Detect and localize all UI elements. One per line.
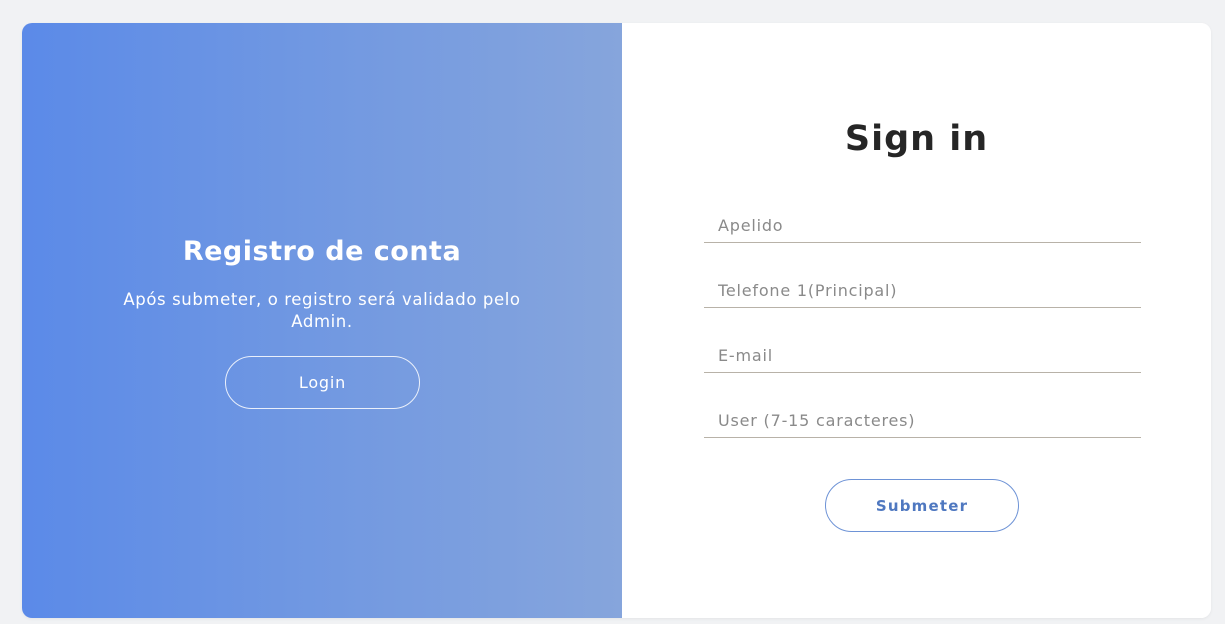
info-panel: Registro de conta Após submeter, o regis… (22, 23, 622, 618)
panel-title: Registro de conta (182, 236, 462, 267)
panel-message: Após submeter, o registro será validado … (123, 290, 521, 331)
username-input[interactable] (704, 404, 1141, 438)
submit-button[interactable]: Submeter (825, 479, 1019, 532)
phone-input[interactable] (704, 274, 1141, 308)
signin-form: Sign in Submeter (622, 23, 1211, 618)
email-input[interactable] (704, 339, 1141, 373)
nickname-input[interactable] (704, 209, 1141, 243)
registration-card: Registro de conta Após submeter, o regis… (22, 23, 1211, 618)
page: Registro de conta Após submeter, o regis… (0, 0, 1225, 624)
login-button[interactable]: Login (225, 356, 420, 409)
form-title: Sign in (844, 119, 989, 159)
